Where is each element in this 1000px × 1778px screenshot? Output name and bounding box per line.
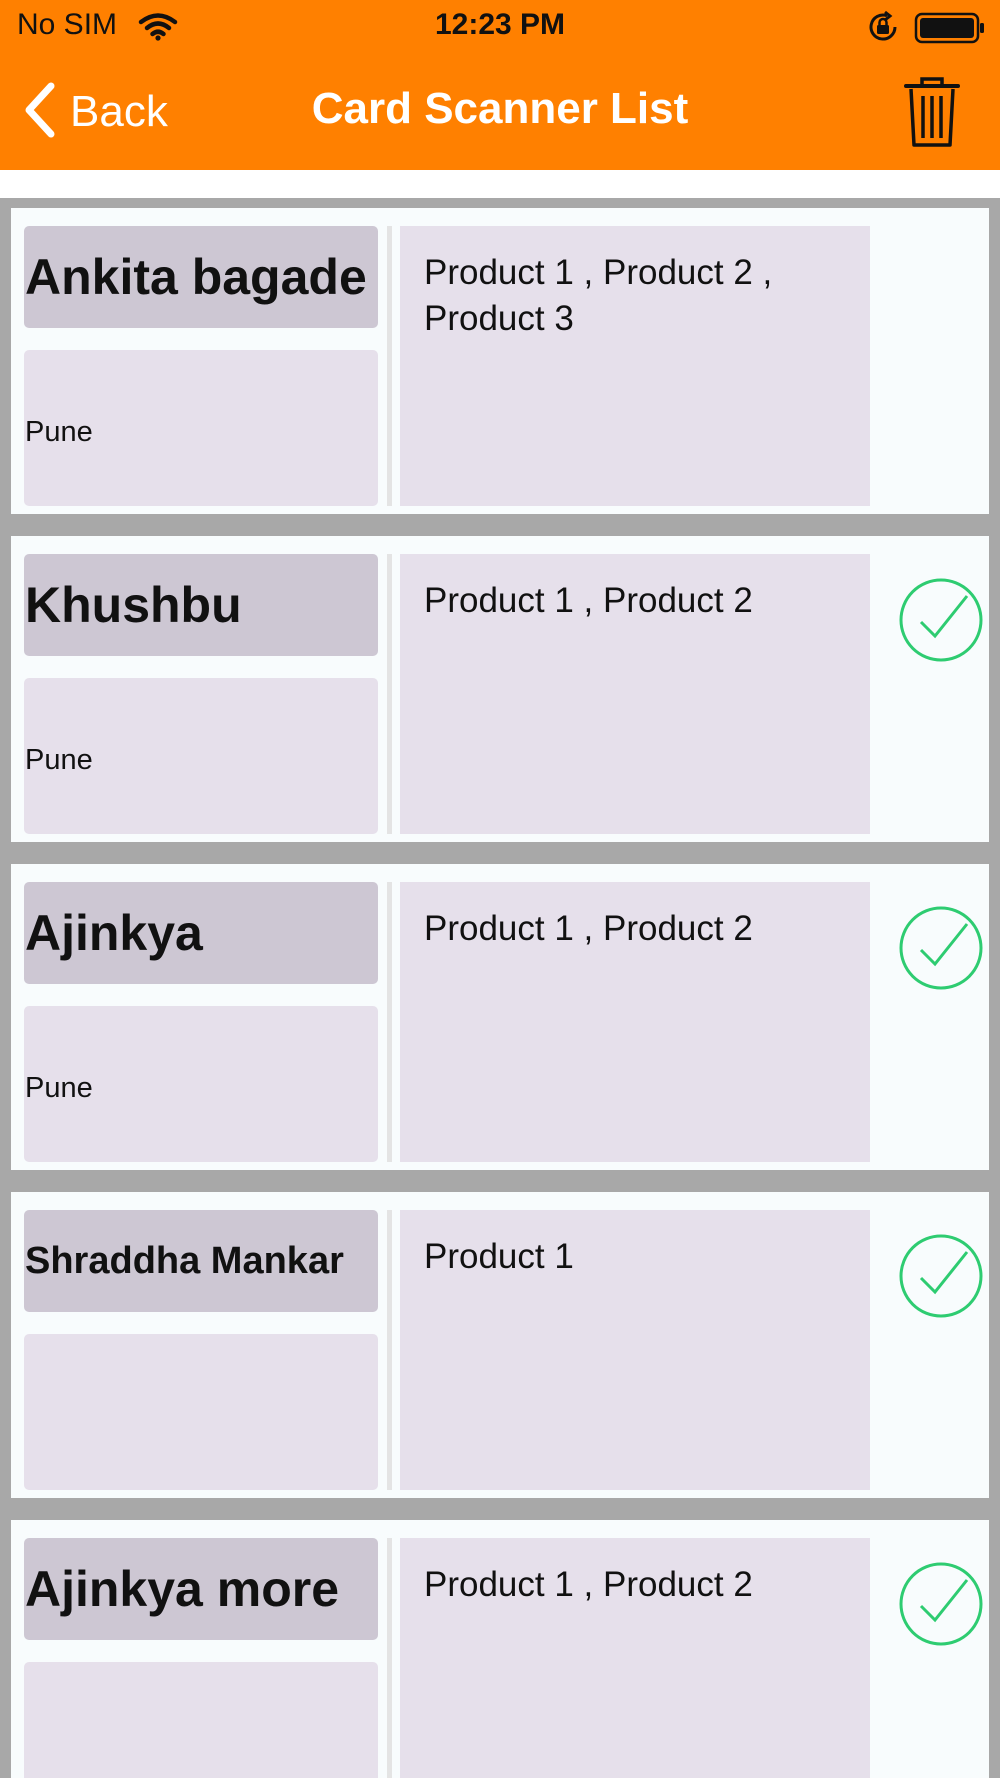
list-item[interactable]: Shraddha Mankar Product 1 <box>11 1192 989 1498</box>
products-field: Product 1 , Product 2 , Product 3 <box>400 226 870 506</box>
name-field: Ankita bagade <box>24 226 378 328</box>
status-bar: No SIM 12:23 PM <box>0 0 1000 56</box>
city-field: Pune <box>24 678 378 834</box>
card-list[interactable]: Ankita bagade Pune Product 1 , Product 2… <box>0 198 1000 1778</box>
contact-name: Khushbu <box>25 577 242 633</box>
contact-city: Pune <box>25 744 93 776</box>
check-circle-icon[interactable] <box>897 1232 985 1325</box>
name-field: Shraddha Mankar <box>24 1210 378 1312</box>
products-text: Product 1 , Product 2 <box>424 1565 753 1604</box>
city-field <box>24 1334 378 1490</box>
divider <box>387 1538 392 1778</box>
list-item[interactable]: Ankita bagade Pune Product 1 , Product 2… <box>11 208 989 514</box>
products-text: Product 1 , Product 2 <box>424 909 753 948</box>
city-field: Pune <box>24 350 378 506</box>
contact-name: Ajinkya <box>25 905 203 961</box>
products-field: Product 1 , Product 2 <box>400 882 870 1162</box>
contact-name: Ajinkya more <box>25 1561 340 1617</box>
contact-city: Pune <box>25 416 93 448</box>
delete-button[interactable] <box>904 76 960 153</box>
divider <box>387 882 392 1162</box>
contact-name: Ankita bagade <box>25 249 367 305</box>
divider <box>387 554 392 834</box>
products-text: Product 1 , Product 2 <box>424 581 753 620</box>
divider <box>387 226 392 506</box>
products-field: Product 1 , Product 2 <box>400 1538 870 1778</box>
products-field: Product 1 , Product 2 <box>400 554 870 834</box>
city-field <box>24 1662 378 1778</box>
name-field: Khushbu <box>24 554 378 656</box>
products-field: Product 1 <box>400 1210 870 1490</box>
contact-city: Pune <box>25 1072 93 1104</box>
check-circle-icon[interactable] <box>897 576 985 669</box>
contact-name: Shraddha Mankar <box>25 1239 344 1282</box>
products-text: Product 1 <box>424 1237 574 1276</box>
city-field: Pune <box>24 1006 378 1162</box>
navigation-bar: Back Card Scanner List <box>0 56 1000 170</box>
status-time: 12:23 PM <box>434 8 566 41</box>
products-text: Product 1 , Product 2 , Product 3 <box>424 253 773 338</box>
divider <box>387 1210 392 1490</box>
page-title: Card Scanner List <box>311 84 689 133</box>
name-field: Ajinkya more <box>24 1538 378 1640</box>
list-item[interactable]: Khushbu Pune Product 1 , Product 2 <box>11 536 989 842</box>
check-circle-icon[interactable] <box>897 1560 985 1653</box>
trash-icon <box>904 77 960 147</box>
battery-icon <box>914 12 986 49</box>
list-item[interactable]: Ajinkya more Product 1 , Product 2 <box>11 1520 989 1778</box>
name-field: Ajinkya <box>24 882 378 984</box>
list-item[interactable]: Ajinkya Pune Product 1 , Product 2 <box>11 864 989 1170</box>
orientation-lock-icon <box>866 10 900 49</box>
check-circle-icon[interactable] <box>897 904 985 997</box>
